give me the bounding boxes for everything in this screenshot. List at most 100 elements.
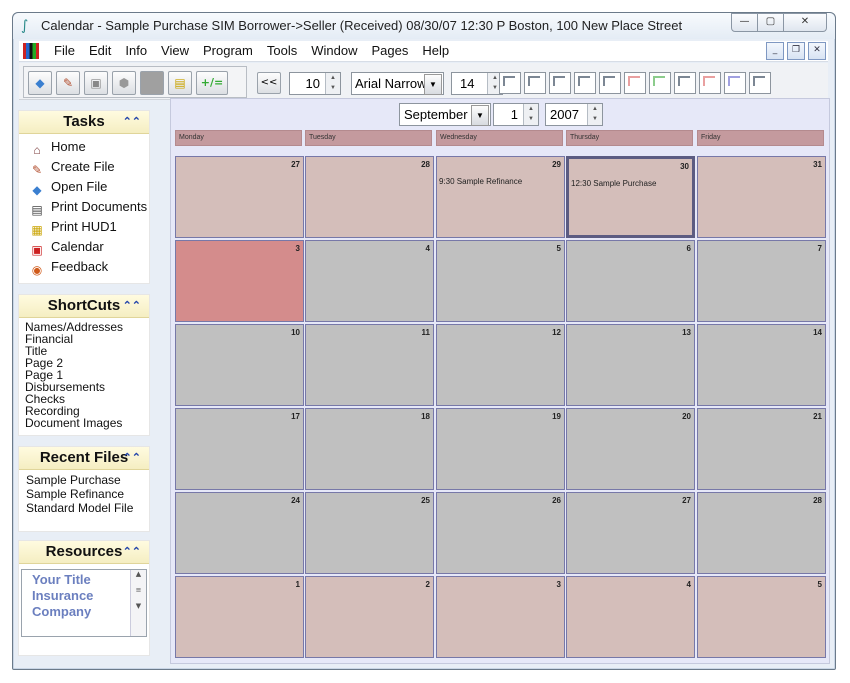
calendar-day-cell[interactable]: 4 (566, 576, 695, 658)
calendar-day-cell[interactable]: 14 (697, 324, 826, 406)
resources-text[interactable]: Your Title Insurance Company (32, 572, 128, 620)
resources-header[interactable]: Resources ⌃⌃ (19, 541, 149, 564)
calendar-day-cell[interactable]: 6 (566, 240, 695, 322)
child-close-button[interactable]: ✕ (808, 42, 826, 60)
menu-window[interactable]: Window (304, 43, 364, 58)
task-create-file[interactable]: ✎ Create File (29, 158, 115, 177)
collapse-icon[interactable]: ⌃⌃ (123, 541, 141, 563)
collapse-icon[interactable]: ⌃⌃ (123, 295, 141, 317)
calendar-day-cell[interactable]: 25 (305, 492, 434, 574)
calendar-day-cell[interactable]: 27 (566, 492, 695, 574)
menu-program[interactable]: Program (196, 43, 260, 58)
day-spinner[interactable]: ▲ ▼ (523, 104, 538, 125)
calendar-day-cell[interactable]: 3 (436, 576, 565, 658)
format-box-9[interactable] (699, 72, 721, 94)
collapse-icon[interactable]: ⌃⌃ (123, 447, 141, 469)
day-stepper[interactable]: 1 ▲ ▼ (493, 103, 539, 126)
task-feedback[interactable]: ◉ Feedback (29, 258, 108, 277)
calendar-day-cell[interactable]: 11 (305, 324, 434, 406)
calendar-day-cell[interactable]: 31 (697, 156, 826, 238)
menu-view[interactable]: View (154, 43, 196, 58)
minimize-button[interactable]: — (731, 13, 758, 32)
calendar-day-cell[interactable]: 30 12:30 Sample Purchase (566, 156, 695, 238)
calendar-day-cell[interactable]: 18 (305, 408, 434, 490)
format-box-6[interactable] (624, 72, 646, 94)
blank-tool-icon[interactable] (140, 71, 164, 95)
chevron-down-icon[interactable]: ▼ (471, 105, 489, 126)
format-box-8[interactable] (674, 72, 696, 94)
save-icon[interactable]: ▣ (84, 71, 108, 95)
format-box-3[interactable] (549, 72, 571, 94)
collapse-icon[interactable]: ⌃⌃ (123, 111, 141, 133)
calendar-day-cell[interactable]: 5 (697, 576, 826, 658)
note-icon[interactable]: ▤ (168, 71, 192, 95)
task-print-hud1[interactable]: ▦ Print HUD1 (29, 218, 116, 237)
calendar-day-cell[interactable]: 4 (305, 240, 434, 322)
format-box-5[interactable] (599, 72, 621, 94)
menu-edit[interactable]: Edit (82, 43, 118, 58)
calendar-day-cell[interactable]: 12 (436, 324, 565, 406)
format-box-4[interactable] (574, 72, 596, 94)
calendar-day-cell[interactable]: 28 (697, 492, 826, 574)
menu-info[interactable]: Info (118, 43, 154, 58)
calendar-day-cell[interactable]: 24 (175, 492, 304, 574)
menu-help[interactable]: Help (415, 43, 456, 58)
year-stepper[interactable]: 2007 ▲ ▼ (545, 103, 603, 126)
menu-file[interactable]: File (47, 43, 82, 58)
shortcut-document-images[interactable]: Document Images (25, 417, 122, 429)
previous-button[interactable]: << (257, 72, 281, 94)
create-icon[interactable]: ✎ (56, 71, 80, 95)
format-box-10[interactable] (724, 72, 746, 94)
calendar-day-cell[interactable]: 17 (175, 408, 304, 490)
task-calendar[interactable]: ▣ Calendar (29, 238, 103, 257)
calendar-day-cell[interactable]: 5 (436, 240, 565, 322)
calendar-day-cell[interactable]: 7 (697, 240, 826, 322)
plus-equal-button[interactable]: +/= (196, 71, 228, 95)
font-select[interactable]: Arial Narrow ▼ (351, 72, 444, 95)
size-stepper[interactable]: 10 ▲ ▼ (289, 72, 341, 95)
format-box-11[interactable] (749, 72, 771, 94)
child-minimize-button[interactable]: _ (766, 42, 784, 60)
menu-tools[interactable]: Tools (260, 43, 304, 58)
recent-files-header[interactable]: Recent Files ⌃⌃ (19, 447, 149, 470)
font-size-stepper[interactable]: 14 ▲ ▼ (451, 72, 503, 95)
task-print-documents[interactable]: ▤ Print Documents (29, 198, 147, 217)
month-select[interactable]: September ▼ (399, 103, 491, 126)
close-button[interactable]: ✕ (784, 13, 827, 32)
maximize-button[interactable]: ▢ (758, 13, 784, 32)
tasks-header[interactable]: Tasks ⌃⌃ (19, 111, 149, 134)
format-box-2[interactable] (524, 72, 546, 94)
app-menu-icon[interactable] (23, 43, 39, 59)
calendar-day-cell[interactable]: 29 9:30 Sample Refinance (436, 156, 565, 238)
calendar-day-cell[interactable]: 3 (175, 240, 304, 322)
open-icon[interactable]: ◆ (28, 71, 52, 95)
calendar-day-cell[interactable]: 21 (697, 408, 826, 490)
recent-file-item[interactable]: Sample Refinance (26, 488, 124, 500)
menu-pages[interactable]: Pages (364, 43, 415, 58)
calendar-day-cell[interactable]: 28 (305, 156, 434, 238)
task-open-file[interactable]: ◆ Open File (29, 178, 107, 197)
calendar-day-cell[interactable]: 27 (175, 156, 304, 238)
calendar-day-cell[interactable]: 2 (305, 576, 434, 658)
calendar-event[interactable]: 12:30 Sample Purchase (571, 179, 656, 188)
calendar-day-cell[interactable]: 20 (566, 408, 695, 490)
child-restore-button[interactable]: ❐ (787, 42, 805, 60)
year-spinner[interactable]: ▲ ▼ (587, 104, 602, 125)
chevron-down-icon[interactable]: ▼ (424, 74, 442, 95)
recent-file-item[interactable]: Sample Purchase (26, 474, 121, 486)
format-box-1[interactable] (499, 72, 521, 94)
calendar-day-cell[interactable]: 10 (175, 324, 304, 406)
calendar-day-cell[interactable]: 13 (566, 324, 695, 406)
calendar-day-cell[interactable]: 1 (175, 576, 304, 658)
day-number: 4 (425, 244, 430, 253)
calendar-event[interactable]: 9:30 Sample Refinance (439, 177, 522, 186)
size-spinner[interactable]: ▲ ▼ (325, 73, 340, 94)
format-box-7[interactable] (649, 72, 671, 94)
recent-file-item[interactable]: Standard Model File (26, 502, 133, 514)
calendar-day-cell[interactable]: 26 (436, 492, 565, 574)
calendar-day-cell[interactable]: 19 (436, 408, 565, 490)
task-home[interactable]: ⌂ Home (29, 138, 85, 157)
shortcuts-header[interactable]: ShortCuts ⌃⌃ (19, 295, 149, 318)
print-icon[interactable]: ⬢ (112, 71, 136, 95)
resources-scrollbar[interactable]: ▲ ≡ ▼ (130, 570, 146, 636)
